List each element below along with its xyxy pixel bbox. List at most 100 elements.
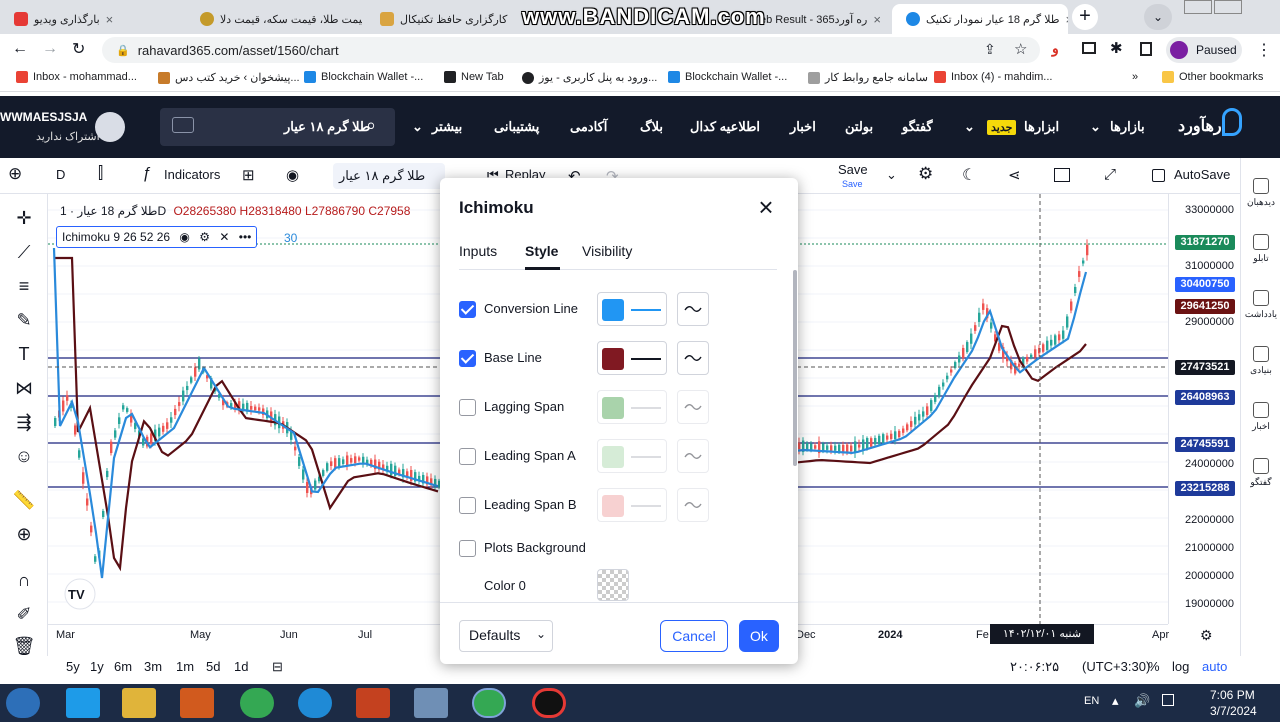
range-5y[interactable]: 5y xyxy=(66,659,80,674)
percent-toggle[interactable]: % xyxy=(1148,659,1160,674)
leading-span-a-checkbox[interactable] xyxy=(459,448,476,465)
bookmark-item[interactable]: Blockchain Wallet -... xyxy=(668,71,787,83)
autosave-checkbox[interactable] xyxy=(1152,169,1165,182)
nav-more[interactable]: بیشتر xyxy=(432,119,462,135)
lock-drawings-icon[interactable]: ✐ xyxy=(12,602,36,626)
site-logo[interactable]: رهآورد xyxy=(1178,116,1222,136)
edge-icon[interactable] xyxy=(298,688,332,718)
tab-search-chevron-icon[interactable]: ⌄ xyxy=(1144,4,1172,30)
bookmark-item[interactable]: Inbox - mohammad... xyxy=(16,71,137,83)
save-menu-chevron-icon[interactable]: ⌄ xyxy=(886,167,897,183)
url-omnibox[interactable]: 🔒 rahavard365.com/asset/1560/chart xyxy=(102,37,1040,63)
gear-icon[interactable]: ⚙ xyxy=(918,164,933,184)
browser-tab-active[interactable]: طلا گرم 18 عیار نمودار تکنیک × xyxy=(892,4,1068,34)
explorer-icon[interactable] xyxy=(122,688,156,718)
conversion-line-color-picker[interactable] xyxy=(597,292,667,326)
board-button[interactable]: تابلو xyxy=(1241,234,1280,264)
sidebar-icon[interactable] xyxy=(1140,42,1152,56)
symbol-compare-button[interactable]: طلا گرم ۱۸ عیار xyxy=(333,163,445,189)
lagging-span-style-button[interactable] xyxy=(677,390,709,424)
network-icon[interactable] xyxy=(1162,694,1174,706)
powerpoint-icon[interactable] xyxy=(356,688,390,718)
layouts-icon[interactable]: ⊞ xyxy=(242,166,255,184)
snapshot-icon[interactable] xyxy=(1054,168,1070,182)
ichimoku-legend[interactable]: Ichimoku 9 26 52 26 ◉ ⚙ ✕ ••• xyxy=(56,226,258,248)
range-1m[interactable]: 1m xyxy=(176,659,194,674)
reload-icon[interactable]: ↻ xyxy=(72,39,85,59)
share-chart-icon[interactable]: ⋖ xyxy=(1008,166,1021,184)
leading-span-b-style-button[interactable] xyxy=(677,488,709,522)
extension-icon[interactable]: و xyxy=(1052,40,1059,57)
close-tab-icon[interactable]: × xyxy=(873,12,881,27)
language-indicator[interactable]: EN xyxy=(1084,695,1099,707)
more-icon[interactable]: ••• xyxy=(239,230,252,244)
close-icon[interactable]: ✕ xyxy=(219,230,229,244)
nav-more-chevron-icon[interactable]: ⌄ xyxy=(412,119,423,135)
bookmark-item[interactable]: ورود به پنل کاربری - یوز... xyxy=(522,71,657,84)
chrome-icon[interactable] xyxy=(240,688,274,718)
nav-tools-chevron-icon[interactable]: ⌄ xyxy=(964,119,975,135)
chrome-active-icon[interactable] xyxy=(472,688,506,718)
date-range-icon[interactable]: ⊟ xyxy=(272,659,283,675)
ok-button[interactable]: Ok xyxy=(739,620,779,652)
browser-tab[interactable]: قیمت طلا، قیمت سکه، قیمت دلا × xyxy=(186,4,362,34)
text-tool-icon[interactable]: T xyxy=(12,342,36,366)
volume-icon[interactable]: 🔊 xyxy=(1134,693,1150,709)
tradingview-logo[interactable]: TV xyxy=(64,578,96,610)
search-icon[interactable]: ⌕ xyxy=(366,115,376,136)
time-axis-settings-icon[interactable]: ⚙ xyxy=(1200,627,1213,644)
conversion-line-checkbox[interactable] xyxy=(459,301,476,318)
base-line-style-button[interactable] xyxy=(677,341,709,375)
minimize-icon[interactable] xyxy=(1184,0,1212,14)
browser-tab[interactable]: کارگزاری حافظ تکنیکال xyxy=(366,4,516,34)
nav-news[interactable]: اخبار xyxy=(790,119,816,135)
magnet-icon[interactable]: ∩ xyxy=(12,568,36,592)
lagging-span-color-picker[interactable] xyxy=(597,390,667,424)
zoom-icon[interactable]: ⊕ xyxy=(12,522,36,546)
other-bookmarks[interactable]: Other bookmarks xyxy=(1162,71,1263,83)
range-3m[interactable]: 3m xyxy=(144,659,162,674)
price-axis[interactable]: 33000000 31000000 29000000 24000000 22000000… xyxy=(1168,194,1240,624)
start-button[interactable] xyxy=(6,688,40,718)
ruler-icon[interactable]: 📏 xyxy=(12,488,36,512)
indicators-button[interactable]: Indicators xyxy=(164,167,220,182)
range-6m[interactable]: 6m xyxy=(114,659,132,674)
media-icon[interactable] xyxy=(180,688,214,718)
notes-button[interactable]: یادداشت xyxy=(1241,290,1280,320)
nav-codal[interactable]: اطلاعیه کدال xyxy=(690,119,760,135)
timezone-selector[interactable]: (UTC+3:30) xyxy=(1082,659,1150,674)
puzzle-icon[interactable]: ✱ xyxy=(1110,39,1123,57)
app-icon[interactable] xyxy=(414,688,448,718)
base-line-checkbox[interactable] xyxy=(459,350,476,367)
base-line-color-picker[interactable] xyxy=(597,341,667,375)
pattern-icon[interactable]: ⋈ xyxy=(12,376,36,400)
tray-arrow-icon[interactable]: ▴ xyxy=(1112,693,1119,709)
leading-span-a-style-button[interactable] xyxy=(677,439,709,473)
close-tab-icon[interactable]: × xyxy=(106,12,114,27)
bookmark-item[interactable]: پیشخوان › خرید کتب دس... xyxy=(158,71,300,84)
chart-type-icon[interactable]: ⫿ xyxy=(98,165,103,183)
nav-markets-chevron-icon[interactable]: ⌄ xyxy=(1090,119,1101,135)
close-tab-icon[interactable]: × xyxy=(1066,12,1068,27)
site-search-box[interactable]: طلا گرم ۱۸ عیار ⌕ xyxy=(160,108,395,146)
browser-tab[interactable]: بارگذاری ویدیو × xyxy=(0,4,182,34)
range-1d[interactable]: 1d xyxy=(234,659,248,674)
add-symbol-icon[interactable]: ⊕ xyxy=(8,164,22,184)
clear-search-icon[interactable] xyxy=(172,117,194,133)
bookmark-item[interactable]: New Tab xyxy=(444,71,504,83)
user-avatar-icon[interactable] xyxy=(95,112,125,142)
nav-tools[interactable]: ابزارها xyxy=(1024,119,1059,135)
tab-style[interactable]: Style xyxy=(525,243,558,259)
watchlist-button[interactable]: دیدهبان xyxy=(1241,178,1280,208)
bandicam-record-icon[interactable] xyxy=(532,688,566,718)
more-bookmarks-icon[interactable]: » xyxy=(1132,71,1138,83)
tab-visibility[interactable]: Visibility xyxy=(582,243,632,259)
forecast-icon[interactable]: ⇶ xyxy=(12,410,36,434)
star-icon[interactable]: ☆ xyxy=(1014,40,1027,58)
crosshair-icon[interactable]: ✛ xyxy=(12,206,36,230)
dialog-scrollbar[interactable] xyxy=(793,270,797,466)
defaults-dropdown[interactable]: Defaults ⌄ xyxy=(459,620,553,652)
conversion-line-style-button[interactable] xyxy=(677,292,709,326)
share-icon[interactable]: ⇪ xyxy=(984,41,996,58)
range-1y[interactable]: 1y xyxy=(90,659,104,674)
